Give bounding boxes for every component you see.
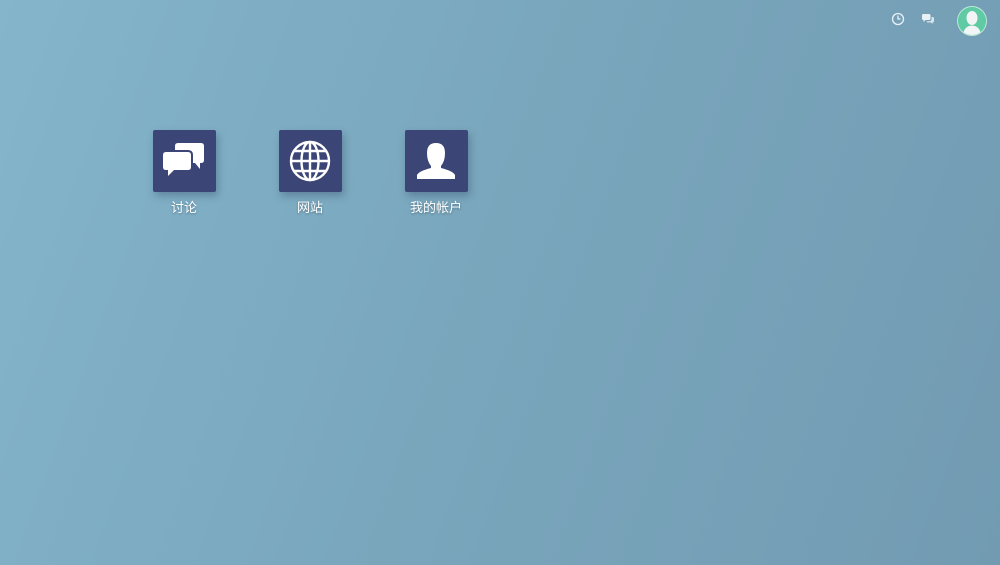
app-label-discuss: 讨论 (170, 201, 197, 216)
chat-bubbles-icon[interactable] (920, 11, 936, 27)
clock-icon[interactable] (890, 11, 906, 27)
user-avatar[interactable] (957, 6, 987, 36)
user-icon (417, 143, 455, 179)
app-label-my-account: 我的帐户 (409, 201, 462, 216)
app-tile-my-account[interactable] (404, 130, 468, 192)
chat-bubbles-icon (163, 143, 204, 176)
app-tile-discuss[interactable] (152, 130, 216, 192)
desktop: 讨论 网站 我的帐户 (0, 0, 1000, 565)
app-label-website: 网站 (296, 201, 323, 216)
app-website[interactable]: 网站 (255, 130, 365, 217)
globe-icon (289, 140, 331, 182)
app-my-account[interactable]: 我的帐户 (381, 130, 491, 217)
app-tile-website[interactable] (278, 130, 342, 192)
app-discuss[interactable]: 讨论 (129, 130, 239, 217)
